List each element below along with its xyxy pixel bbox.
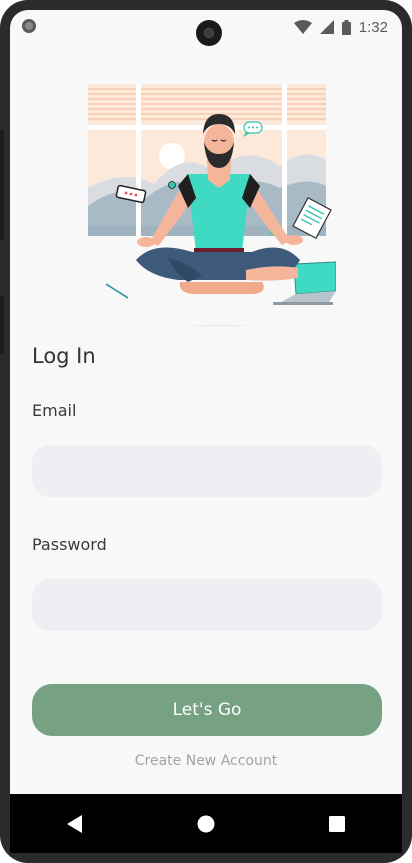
location-badge <box>168 181 176 189</box>
home-icon <box>197 815 215 832</box>
back-button[interactable] <box>55 804 95 844</box>
home-button[interactable] <box>186 804 226 844</box>
back-icon <box>67 814 83 833</box>
password-field[interactable] <box>32 579 382 631</box>
side-button-bottom <box>0 296 4 354</box>
create-account-link[interactable]: Create New Account <box>10 753 402 769</box>
recents-button[interactable] <box>317 804 357 844</box>
app-screen: 1:32 Log In Email Password Let's Go Crea… <box>10 10 402 853</box>
password-label: Password <box>32 535 107 554</box>
side-button-top <box>0 130 4 240</box>
front-camera <box>196 20 222 46</box>
page-title: Log In <box>32 344 96 368</box>
recents-icon <box>328 815 345 832</box>
notification-dot-icon <box>22 19 36 33</box>
email-field[interactable] <box>32 445 382 497</box>
navigation-bar <box>10 794 402 853</box>
meditation-illustration <box>88 84 336 326</box>
email-label: Email <box>32 401 77 420</box>
floor-shadow <box>180 325 256 326</box>
status-time: 1:32 <box>358 18 388 36</box>
lets-go-button[interactable]: Let's Go <box>32 684 382 736</box>
status-bar: 1:32 <box>10 10 402 46</box>
wifi-icon <box>293 20 312 34</box>
device-frame: 1:32 Log In Email Password Let's Go Crea… <box>0 0 412 863</box>
battery-icon <box>341 19 351 35</box>
signal-icon <box>319 20 334 34</box>
status-indicators: 1:32 <box>293 17 388 37</box>
floating-pen <box>105 283 129 299</box>
